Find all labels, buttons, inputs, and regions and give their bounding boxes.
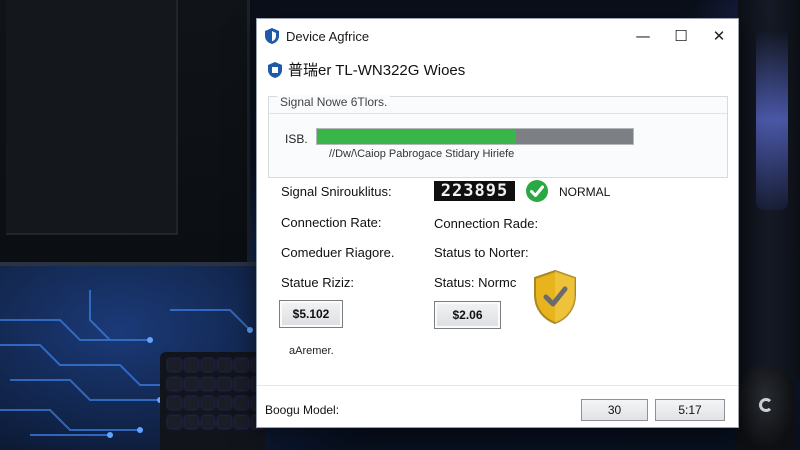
background-monitor xyxy=(0,0,250,265)
signal-bar-label: ISB. xyxy=(285,132,308,146)
connection-rate-label: Connection Rate: xyxy=(281,215,382,230)
footer-button-right[interactable]: 5:17 xyxy=(655,399,725,421)
connection-rade-label: Connection Rade: xyxy=(434,216,539,231)
signal-panel-title: Signal Nowe 6Tlors. xyxy=(277,95,391,109)
title-bar[interactable]: Device Agfrice — ☐ ✕ xyxy=(257,19,738,53)
device-shield-icon xyxy=(268,61,282,78)
close-button[interactable]: ✕ xyxy=(700,19,738,53)
footer-divider xyxy=(257,385,738,386)
device-name: 普瑞er TL-WN322G Wioes xyxy=(288,62,466,79)
background-monitor-bezel xyxy=(6,0,178,235)
signal-status-text: NORMAL xyxy=(559,185,611,199)
statue-label: Statue Riziz: xyxy=(281,275,354,290)
signal-panel: Signal Nowe 6Tlors. ISB. //Dw/\Caiop Pab… xyxy=(268,95,728,178)
status-to-label: Status to Norter: xyxy=(434,245,529,260)
panel-divider xyxy=(269,113,727,114)
signal-strength-bar xyxy=(316,128,634,145)
value-box-left[interactable]: $5.102 xyxy=(279,300,343,328)
status-normc-label: Status: Normc xyxy=(434,275,517,290)
maximize-button[interactable]: ☐ xyxy=(662,19,700,53)
signal-strength-fill xyxy=(317,129,517,144)
footnote-text: aAremer. xyxy=(289,345,334,357)
window-title: Device Agfrice xyxy=(286,28,370,44)
signal-status-label: Signal Snirouklitus: xyxy=(281,184,392,199)
signal-value-display: 223895 xyxy=(434,181,515,201)
mouse-logo-icon xyxy=(759,398,773,412)
check-circle-icon xyxy=(526,180,548,202)
comeduer-label: Comeduer Riagore. xyxy=(281,245,395,260)
security-shield-icon xyxy=(534,269,576,325)
model-label: Boogu Model: xyxy=(265,403,340,417)
background-keyboard xyxy=(160,352,265,450)
tower-rgb-light xyxy=(756,30,788,210)
background-pc-tower xyxy=(738,0,800,380)
device-header: 普瑞er TL-WN322G Wioes xyxy=(267,59,465,80)
footer-button-left[interactable]: 30 xyxy=(581,399,648,421)
device-window: Device Agfrice — ☐ ✕ 普瑞er TL-WN322G Wioe… xyxy=(256,18,739,428)
minimize-button[interactable]: — xyxy=(624,19,662,53)
value-box-right[interactable]: $2.06 xyxy=(434,301,501,329)
app-shield-icon xyxy=(265,28,279,44)
signal-bar-caption: //Dw/\Caiop Pabrogace Stidary Hiriefe xyxy=(329,148,515,160)
